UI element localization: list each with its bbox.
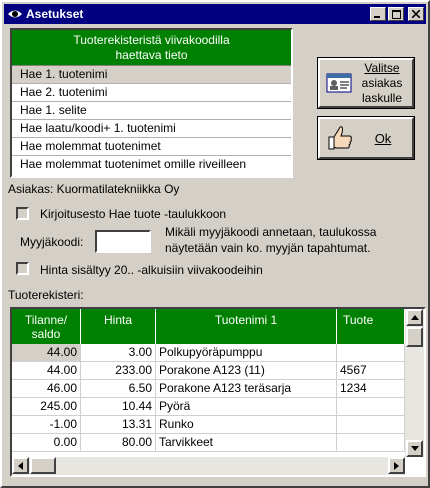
price-included-checkbox[interactable] xyxy=(16,262,29,275)
choose-line3: laskulle xyxy=(361,90,403,105)
list-item[interactable]: Hae 2. tuotenimi xyxy=(12,84,291,102)
ok-button[interactable]: Ok xyxy=(317,116,415,160)
cell: Porakone A123 (11) xyxy=(156,362,337,379)
cell: -1.00 xyxy=(12,416,81,433)
column-header-name2[interactable]: Tuote xyxy=(337,309,405,344)
minimize-icon[interactable] xyxy=(370,7,386,21)
window-title: Asetukset xyxy=(26,7,84,21)
cell: Porakone A123 teräsarja xyxy=(156,380,337,397)
cell xyxy=(337,416,405,433)
table-row[interactable]: 44.00 3.00 Polkupyöräpumppu xyxy=(12,344,405,362)
title-bar[interactable]: Asetukset xyxy=(4,4,426,24)
price-included-label: Hinta sisältyy 20.. -alkuisiin viivakood… xyxy=(40,263,263,277)
cell: 10.44 xyxy=(81,398,156,415)
list-item[interactable]: Hae 1. tuotenimi xyxy=(12,66,291,84)
cell: 0.00 xyxy=(12,434,81,451)
cell: Tarvikkeet xyxy=(156,434,337,451)
cell xyxy=(337,344,405,361)
cell xyxy=(337,398,405,415)
grid-header: Tilanne/ saldo Hinta Tuotenimi 1 Tuote xyxy=(12,309,405,344)
list-header: Tuoterekisteristä viivakoodilla haettava… xyxy=(12,30,291,66)
list-item[interactable]: Hae laatu/koodi+ 1. tuotenimi xyxy=(12,120,291,138)
seller-code-input[interactable] xyxy=(95,230,151,253)
table-row[interactable]: 245.00 10.44 Pyörä xyxy=(12,398,405,416)
product-register-label: Tuoterekisteri: xyxy=(8,288,84,302)
column-header-price[interactable]: Hinta xyxy=(81,309,156,344)
choose-customer-button[interactable]: Valitse asiakas laskulle xyxy=(317,57,415,109)
scroll-up-icon[interactable] xyxy=(406,309,423,326)
product-register-grid[interactable]: Tilanne/ saldo Hinta Tuotenimi 1 Tuote 4… xyxy=(10,307,426,477)
horizontal-scrollbar[interactable] xyxy=(12,457,405,475)
cell: 80.00 xyxy=(81,434,156,451)
seller-code-label: Myyjäkoodi: xyxy=(20,235,84,249)
customer-label: Asiakas: Kuormatilatekniikka Oy xyxy=(8,182,180,196)
close-icon[interactable] xyxy=(408,7,424,21)
cell: 44.00 xyxy=(12,344,81,361)
list-header-text: Tuoterekisteristä viivakoodilla haettava… xyxy=(73,33,230,62)
settings-window: Asetukset Tuoterekisteristä viivakoodill… xyxy=(0,0,430,488)
write-protect-checkbox[interactable] xyxy=(16,207,29,220)
cell: 6.50 xyxy=(81,380,156,397)
scroll-down-icon[interactable] xyxy=(406,440,423,457)
cell: 46.00 xyxy=(12,380,81,397)
cell: 245.00 xyxy=(12,398,81,415)
cell: 44.00 xyxy=(12,362,81,379)
thumbs-up-icon xyxy=(328,126,352,150)
scroll-right-icon[interactable] xyxy=(388,457,405,474)
cell: 4567 xyxy=(337,362,405,379)
vertical-scroll-thumb[interactable] xyxy=(406,327,423,347)
choose-customer-label: Valitse asiakas laskulle xyxy=(352,61,412,106)
choose-line1: Valitse xyxy=(364,60,400,75)
cell xyxy=(337,434,405,451)
list-item[interactable]: Hae 1. selite xyxy=(12,102,291,120)
table-row[interactable]: 44.00 233.00 Porakone A123 (11) 4567 xyxy=(12,362,405,380)
vertical-scrollbar[interactable] xyxy=(405,309,424,457)
cell: 3.00 xyxy=(81,344,156,361)
cell: Runko xyxy=(156,416,337,433)
table-row[interactable]: 46.00 6.50 Porakone A123 teräsarja 1234 xyxy=(12,380,405,398)
list-item[interactable]: Hae molemmat tuotenimet omille riveillee… xyxy=(12,156,291,174)
cell: Polkupyöräpumppu xyxy=(156,344,337,361)
id-card-icon xyxy=(326,73,352,93)
write-protect-label: Kirjoitusesto Hae tuote -taulukkoon xyxy=(40,207,227,221)
list-item[interactable]: Hae molemmat tuotenimet xyxy=(12,138,291,156)
table-row[interactable]: -1.00 13.31 Runko xyxy=(12,416,405,434)
table-row[interactable]: 0.00 80.00 Tarvikkeet xyxy=(12,434,405,452)
cell: 1234 xyxy=(337,380,405,397)
cell: Pyörä xyxy=(156,398,337,415)
horizontal-scroll-thumb[interactable] xyxy=(30,457,56,474)
cell: 233.00 xyxy=(81,362,156,379)
choose-line2: asiakas xyxy=(361,75,403,90)
seller-note: Mikäli myyjäkoodi annetaan, taulukossa n… xyxy=(165,225,377,255)
maximize-icon[interactable] xyxy=(388,7,404,21)
column-header-balance[interactable]: Tilanne/ saldo xyxy=(12,309,81,344)
cell: 13.31 xyxy=(81,416,156,433)
lookup-field-list[interactable]: Tuoterekisteristä viivakoodilla haettava… xyxy=(10,28,293,178)
scroll-left-icon[interactable] xyxy=(12,457,29,474)
ok-label: Ok xyxy=(374,130,392,146)
column-header-name1[interactable]: Tuotenimi 1 xyxy=(156,309,337,344)
eye-icon xyxy=(8,10,22,18)
